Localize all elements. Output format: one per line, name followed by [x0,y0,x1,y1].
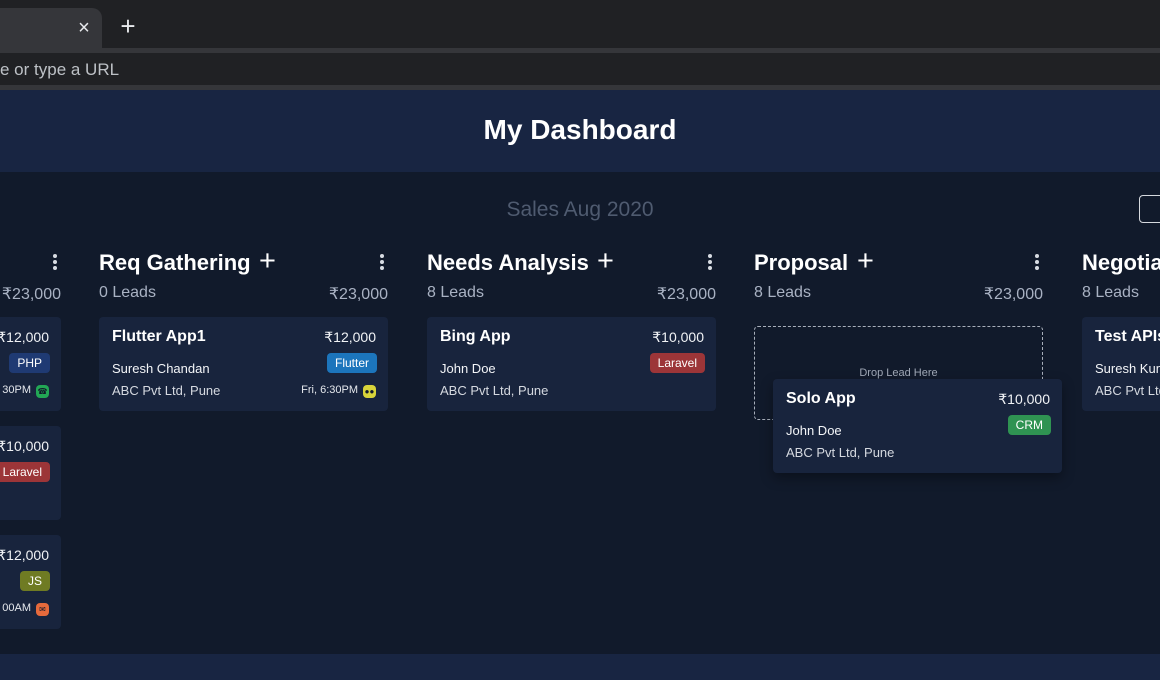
phone-icon: ☎ [36,385,49,398]
column-menu-icon[interactable] [704,253,716,271]
column-menu-icon[interactable] [49,253,61,271]
lead-company: ABC Pvt Ltd, Pune [786,445,895,460]
column-title: Req Gathering [99,250,251,275]
pipeline-column-needs-analysis: Needs Analysis + 8 Leads ₹23,000 Bing Ap… [427,247,716,640]
dashboard-header: My Dashboard [0,90,1160,172]
pipeline-column-req-gathering: Req Gathering + 0 Leads ₹23,000 Flutter … [99,247,388,640]
lead-tag: JS [19,571,50,591]
lead-company: ABC Pvt Ltd, Pune [440,383,549,398]
lead-company: ABC Pvt Ltd, Pune [112,383,221,398]
lead-tag: PHP [9,353,50,373]
lead-card[interactable]: Bing App ₹10,000 John Doe ABC Pvt Ltd, P… [427,317,716,411]
column-title: Needs Analysis [427,250,589,275]
lead-card[interactable]: Test APIs Suresh Kum ABC Pvt Ltd [1082,317,1160,411]
lead-contact: John Doe [786,423,842,438]
new-tab-button[interactable]: + [116,13,140,39]
lead-contact: John Doe [440,361,496,376]
column-menu-icon[interactable] [376,253,388,271]
lead-tag: Laravel [649,353,705,373]
add-lead-button[interactable]: + [857,247,874,276]
lead-value: ₹12,000 [0,547,49,563]
lead-count: 8 Leads [427,284,484,301]
board-action-button[interactable] [1139,195,1160,223]
lead-value: ₹10,000 [652,329,704,345]
address-placeholder: e or type a URL [0,60,120,79]
lead-title: Bing App [440,328,511,345]
lead-follow-up-time: 30PM [2,384,31,396]
column-amount: ₹23,000 [983,286,1043,303]
lead-count: 8 Leads [1082,284,1139,301]
lead-value: ₹10,000 [0,438,49,454]
page-title: My Dashboard [483,114,677,145]
address-bar[interactable]: e or type a URL [0,53,1160,85]
column-title: Proposal [754,250,849,275]
lead-value: ₹12,000 [324,329,376,345]
lead-follow-up-time: 00AM [2,602,31,614]
column-amount: ₹23,000 [328,286,388,303]
lead-title: Flutter App1 [112,328,206,345]
browser-tab[interactable]: × [0,8,102,48]
browser-toolbar: e or type a URL [0,48,1160,90]
lead-card[interactable]: Flutter App1 ₹12,000 Suresh Chandan ABC … [99,317,388,411]
column-title: Negotia [1082,250,1160,275]
lead-tag: Laravel [0,462,50,482]
lead-count: 0 Leads [99,284,156,301]
lead-follow-up-time: Fri, 6:30PM [301,384,358,396]
add-lead-button[interactable]: + [259,247,276,276]
dashboard-footer [0,654,1160,680]
lead-card[interactable]: ₹12,000 JS 00AM ✉ [0,535,61,629]
browser-tab-bar: × + [0,0,1160,48]
lead-contact: Suresh Kum [1095,361,1160,376]
column-amount: ₹23,000 [656,286,716,303]
dragged-lead-card[interactable]: Solo App ₹10,000 John Doe ABC Pvt Ltd, P… [773,379,1062,473]
close-tab-icon[interactable]: × [74,17,94,39]
lead-count: 8 Leads [754,284,811,301]
add-lead-button[interactable]: + [597,247,614,276]
pipeline-column-partial: ₹23,000 ₹12,000 PHP 30PM ☎ ₹10,000 Larav… [0,250,61,640]
drop-zone-label: Drop Lead Here [859,367,938,379]
lead-tag: Flutter [326,353,377,373]
column-amount: ₹23,000 [1,286,61,303]
lead-title: Test APIs [1095,328,1160,345]
lead-card[interactable]: ₹10,000 Laravel [0,426,61,520]
lead-title: Solo App [786,390,856,407]
pipeline-column-negotiation-partial: Negotia 8 Leads Test APIs Suresh Kum ABC… [1082,250,1160,640]
lead-card[interactable]: ₹12,000 PHP 30PM ☎ [0,317,61,411]
board-period: Sales Aug 2020 [506,198,654,221]
lead-tag: CRM [1007,415,1051,435]
lead-contact: Suresh Chandan [112,361,210,376]
mail-icon: ✉ [36,603,49,616]
column-menu-icon[interactable] [1031,253,1043,271]
lead-company: ABC Pvt Ltd [1095,383,1160,398]
meeting-icon: ●● [363,385,376,398]
lead-value: ₹12,000 [0,329,49,345]
lead-value: ₹10,000 [998,391,1050,407]
